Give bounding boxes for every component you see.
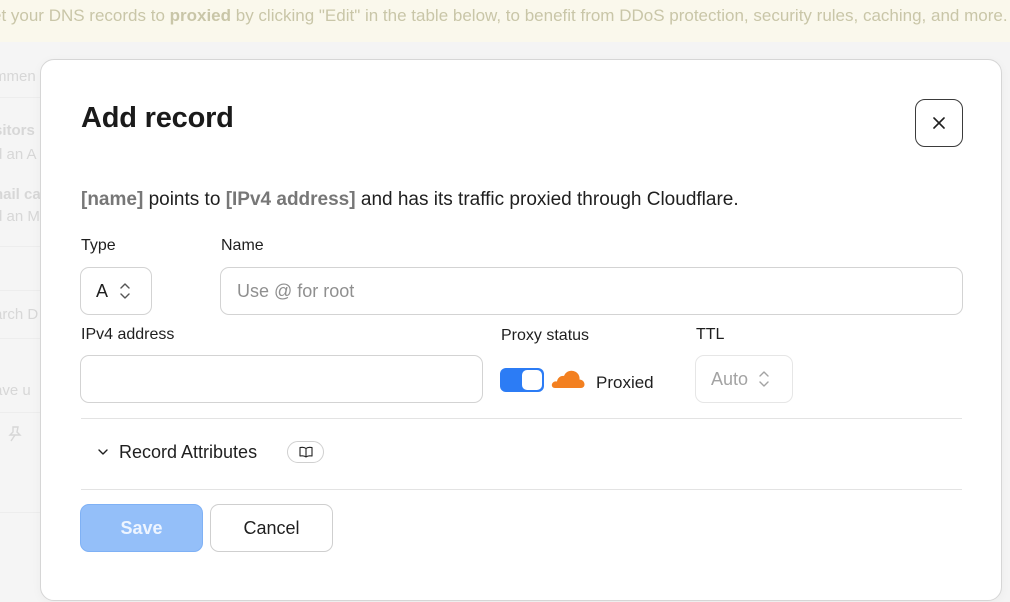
save-button[interactable]: Save xyxy=(80,504,203,552)
chevron-updown-icon xyxy=(120,283,130,299)
type-label: Type xyxy=(81,237,116,254)
dialog-title: Add record xyxy=(81,102,234,134)
type-select[interactable]: A xyxy=(80,267,152,315)
ttl-label: TTL xyxy=(696,326,725,343)
record-attributes-toggle[interactable]: Record Attributes xyxy=(97,441,257,463)
cloud-icon xyxy=(551,370,585,388)
book-icon xyxy=(298,446,313,458)
divider xyxy=(81,489,962,490)
docs-link[interactable] xyxy=(287,441,324,463)
info-banner: et your DNS records to proxied by clicki… xyxy=(0,0,1010,42)
cancel-button[interactable]: Cancel xyxy=(210,504,333,552)
chevron-updown-icon xyxy=(759,371,769,387)
chevron-down-icon xyxy=(98,449,108,455)
record-attributes-label: Record Attributes xyxy=(119,441,258,462)
proxy-status-text: Proxied xyxy=(596,373,654,392)
toggle-knob xyxy=(522,370,542,390)
ttl-select[interactable]: Auto xyxy=(695,355,793,403)
close-button[interactable] xyxy=(915,99,963,147)
divider xyxy=(81,418,962,419)
name-label: Name xyxy=(221,237,264,254)
proxy-status-label: Proxy status xyxy=(501,327,590,344)
record-description: [name] points to [IPv4 address] and has … xyxy=(81,189,739,210)
ttl-value: Auto xyxy=(711,368,749,389)
ipv4-label: IPv4 address xyxy=(81,326,175,343)
close-icon xyxy=(933,117,945,129)
ip-placeholder-text: [IPv4 address] xyxy=(225,189,356,210)
name-placeholder-text: [name] xyxy=(81,189,144,210)
add-record-dialog: Add record [name] points to [IPv4 addres… xyxy=(40,59,1002,601)
proxy-toggle[interactable] xyxy=(500,368,544,392)
type-value: A xyxy=(96,280,109,301)
name-input[interactable] xyxy=(220,267,963,315)
ipv4-input[interactable] xyxy=(80,355,483,403)
banner-bold-text: proxied xyxy=(169,6,232,25)
banner-text: et your DNS records to proxied by clicki… xyxy=(0,6,1008,25)
